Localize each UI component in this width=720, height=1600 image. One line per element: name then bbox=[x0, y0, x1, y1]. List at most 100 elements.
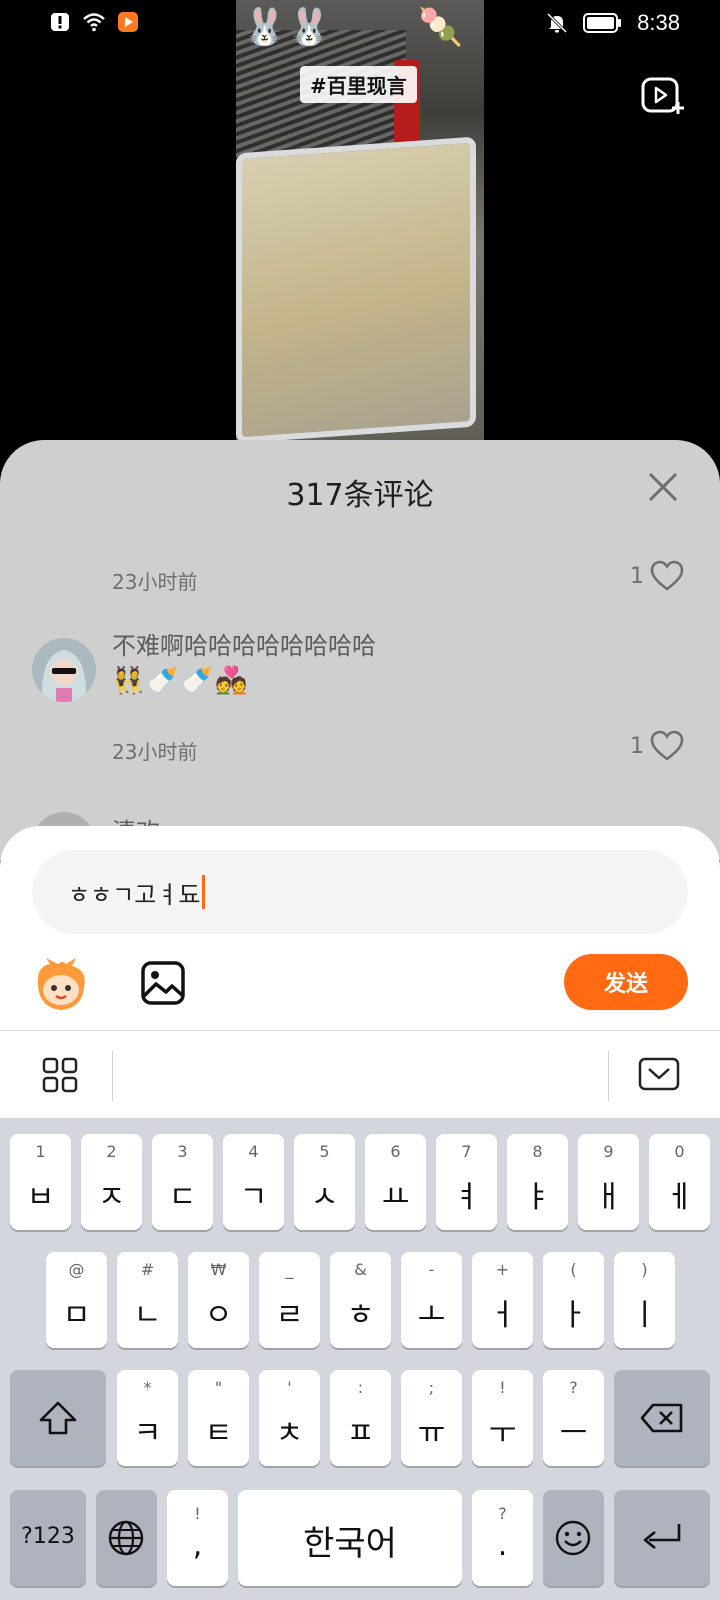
toolbar-divider bbox=[112, 1051, 113, 1101]
key-hint: ) bbox=[641, 1260, 648, 1279]
key-label: ㅊ bbox=[275, 1416, 304, 1451]
key[interactable]: * ㅋ bbox=[117, 1370, 178, 1466]
add-video-icon[interactable] bbox=[640, 76, 686, 116]
key[interactable]: 9ㅐ bbox=[578, 1134, 639, 1230]
key-label: ㅛ bbox=[381, 1180, 410, 1215]
enter-key[interactable] bbox=[614, 1490, 710, 1586]
key-label: ㅕ bbox=[452, 1180, 481, 1215]
key-hint: 3 bbox=[177, 1142, 188, 1161]
key[interactable]: 0ㅔ bbox=[649, 1134, 710, 1230]
key[interactable]: @ ㅁ bbox=[46, 1252, 107, 1348]
like-count: 1 bbox=[630, 563, 644, 589]
key[interactable]: 5ㅅ bbox=[294, 1134, 355, 1230]
period-key[interactable]: ?. bbox=[472, 1490, 533, 1586]
key-label: ㅔ bbox=[665, 1180, 694, 1215]
key-label: ㅌ bbox=[204, 1416, 233, 1451]
backspace-icon bbox=[640, 1403, 683, 1433]
key-label: ㅏ bbox=[559, 1298, 588, 1333]
key[interactable]: 1ㅂ bbox=[10, 1134, 71, 1230]
video-hashtag[interactable]: #百里现言 bbox=[300, 66, 417, 103]
key[interactable]: ? ㅡ bbox=[543, 1370, 604, 1466]
symbols-key[interactable]: ?123 bbox=[10, 1490, 86, 1586]
toolbar-divider bbox=[608, 1051, 609, 1101]
like-button[interactable]: 1 bbox=[630, 730, 684, 762]
alert-icon bbox=[51, 13, 69, 31]
key[interactable]: ! ㅜ bbox=[472, 1370, 533, 1466]
key-hint: 9 bbox=[603, 1142, 614, 1161]
key-label: 한국어 bbox=[303, 1524, 397, 1564]
key[interactable]: + ㅓ bbox=[472, 1252, 533, 1348]
key-label: ㅈ bbox=[97, 1180, 126, 1215]
comment-timestamp: 23小时前 bbox=[112, 740, 198, 764]
key-hint: - bbox=[428, 1260, 435, 1279]
key-label: ㅐ bbox=[594, 1180, 623, 1215]
key[interactable]: 4ㄱ bbox=[223, 1134, 284, 1230]
shift-key[interactable] bbox=[10, 1370, 106, 1466]
send-button[interactable]: 发送 bbox=[564, 954, 688, 1010]
key-label: ㅋ bbox=[133, 1416, 162, 1451]
comment-input-value: ㅎㅎㄱ고ㅕ됴 bbox=[68, 880, 201, 909]
key-hint: ₩ bbox=[210, 1260, 227, 1279]
comments-sheet: 317条评论 23小时前 1 不难啊哈哈哈哈哈哈哈哈 👯🍼🍼💑 23小时前 1 … bbox=[0, 440, 720, 876]
korean-keyboard: 1ㅂ 2ㅈ 3ㄷ 4ㄱ 5ㅅ 6ㅛ 7ㅕ 8ㅑ 9ㅐ 0ㅔ @ ㅁ # ㄴ ₩ ㅇ _… bbox=[0, 1118, 720, 1600]
key[interactable]: # ㄴ bbox=[117, 1252, 178, 1348]
key[interactable]: ; ㅠ bbox=[401, 1370, 462, 1466]
key[interactable]: & ㅎ bbox=[330, 1252, 391, 1348]
key[interactable]: :ㅍ bbox=[330, 1370, 391, 1466]
language-key[interactable] bbox=[96, 1490, 157, 1586]
image-icon[interactable] bbox=[140, 960, 186, 1006]
key-hint: 6 bbox=[390, 1142, 401, 1161]
key-hint: ! bbox=[194, 1504, 201, 1523]
video-scene-tray bbox=[236, 136, 476, 444]
emoji-sticker-icon[interactable] bbox=[32, 956, 90, 1014]
key[interactable]: " ㅌ bbox=[188, 1370, 249, 1466]
key[interactable]: _ ㄹ bbox=[259, 1252, 320, 1348]
key-hint: ; bbox=[428, 1378, 435, 1397]
key-label: ㄷ bbox=[168, 1180, 197, 1215]
key[interactable]: -ㅗ bbox=[401, 1252, 462, 1348]
text-caret bbox=[202, 875, 206, 909]
key[interactable]: ₩ ㅇ bbox=[188, 1252, 249, 1348]
key-hint: * bbox=[143, 1378, 152, 1397]
key-hint: 2 bbox=[106, 1142, 117, 1161]
space-key[interactable]: 한국어 bbox=[238, 1490, 462, 1586]
key-label: ㅂ bbox=[26, 1180, 55, 1215]
key[interactable]: 7ㅕ bbox=[436, 1134, 497, 1230]
key-label: ㄱ bbox=[239, 1180, 268, 1215]
key[interactable]: ) ㅣ bbox=[614, 1252, 675, 1348]
battery-icon bbox=[583, 13, 622, 33]
emoji-key[interactable] bbox=[543, 1490, 604, 1586]
avatar[interactable] bbox=[32, 638, 96, 702]
globe-icon bbox=[108, 1520, 144, 1556]
comment-input[interactable]: ㅎㅎㄱ고ㅕ됴 bbox=[32, 850, 688, 934]
key[interactable]: 2ㅈ bbox=[81, 1134, 142, 1230]
key-label: . bbox=[497, 1528, 508, 1563]
key-label: ㅣ bbox=[630, 1298, 659, 1333]
key-hint: 0 bbox=[674, 1142, 685, 1161]
like-count: 1 bbox=[630, 733, 644, 759]
key[interactable]: 8ㅑ bbox=[507, 1134, 568, 1230]
keyboard-menu-grid-icon[interactable] bbox=[42, 1057, 78, 1093]
heart-icon bbox=[650, 560, 684, 591]
key[interactable]: 6ㅛ bbox=[365, 1134, 426, 1230]
like-button[interactable]: 1 bbox=[630, 560, 684, 592]
comment-composer: ㅎㅎㄱ고ㅕ됴 发送 bbox=[0, 826, 720, 1030]
key[interactable]: ' ㅊ bbox=[259, 1370, 320, 1466]
comma-key[interactable]: !, bbox=[167, 1490, 228, 1586]
close-icon[interactable] bbox=[646, 470, 680, 504]
key-hint: ( bbox=[570, 1260, 577, 1279]
hide-keyboard-icon[interactable] bbox=[638, 1057, 680, 1091]
shift-icon bbox=[39, 1401, 77, 1435]
key-label: ㅑ bbox=[523, 1180, 552, 1215]
key-hint: ' bbox=[287, 1378, 292, 1397]
key-hint: " bbox=[214, 1378, 223, 1397]
key[interactable]: 3ㄷ bbox=[152, 1134, 213, 1230]
comment-timestamp: 23小时前 bbox=[112, 570, 198, 594]
key-hint: ? bbox=[498, 1504, 507, 1523]
wifi-icon bbox=[83, 13, 105, 32]
backspace-key[interactable] bbox=[614, 1370, 710, 1466]
comment-emojis: 👯🍼🍼💑 bbox=[112, 666, 250, 696]
key[interactable]: (ㅏ bbox=[543, 1252, 604, 1348]
key-label: ㅜ bbox=[488, 1416, 517, 1451]
key-hint: 8 bbox=[532, 1142, 543, 1161]
